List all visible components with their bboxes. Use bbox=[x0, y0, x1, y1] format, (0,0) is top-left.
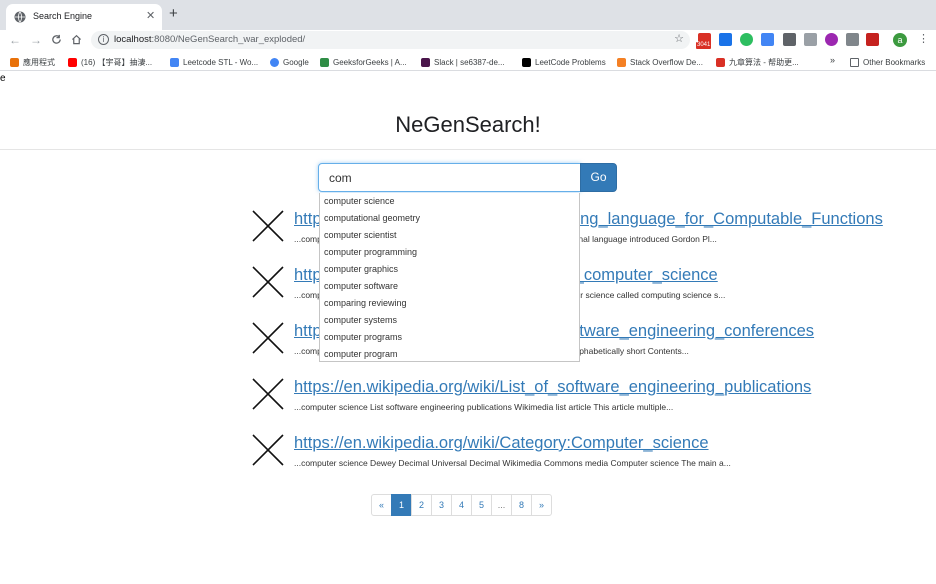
forward-icon[interactable]: → bbox=[30, 32, 42, 48]
go-button[interactable]: Go bbox=[580, 163, 617, 192]
search-input[interactable] bbox=[318, 163, 581, 192]
youtube-icon bbox=[68, 57, 77, 67]
menu-kebab-icon[interactable]: ⋮ bbox=[918, 32, 929, 45]
geeksforgeeks-icon bbox=[320, 57, 329, 67]
search-extension-icon[interactable] bbox=[825, 33, 838, 46]
screenshot-extension-icon[interactable] bbox=[846, 33, 859, 46]
close-x-icon[interactable] bbox=[252, 266, 284, 298]
autocomplete-item[interactable]: computer science bbox=[324, 196, 395, 206]
tab-title: Search Engine bbox=[33, 11, 93, 21]
pagination-page[interactable]: 4 bbox=[451, 494, 472, 516]
bookmark-leetcode-problems[interactable]: LeetCode Problems bbox=[522, 56, 606, 68]
evernote-extension-icon[interactable] bbox=[740, 33, 753, 46]
pagination-page[interactable]: 3 bbox=[431, 494, 452, 516]
stack-overflow-icon bbox=[617, 57, 626, 67]
address-bar[interactable]: i localhost:8080/NeGenSearch_war_explode… bbox=[91, 31, 690, 49]
pagination-prev[interactable]: « bbox=[371, 494, 392, 516]
apps-grid-icon bbox=[10, 57, 19, 67]
pagination: «1 2 3 4 5... 8» bbox=[371, 494, 552, 516]
pagination-next[interactable]: » bbox=[531, 494, 552, 516]
calendar-extension-icon[interactable] bbox=[719, 33, 732, 46]
close-x-icon[interactable] bbox=[252, 378, 284, 410]
result-snippet: ...computer science Dewey Decimal Univer… bbox=[294, 458, 731, 468]
result-snippet: ...computer science List software engine… bbox=[294, 402, 674, 412]
bookmark-star-icon[interactable]: ☆ bbox=[674, 32, 684, 45]
bookmark-geeksforgeeks[interactable]: GeeksforGeeks | A... bbox=[320, 56, 407, 68]
result-link[interactable]: https://en.wikipedia.org/wiki/List_of_so… bbox=[294, 378, 811, 397]
extension-badge: 3041 bbox=[696, 42, 712, 49]
back-icon[interactable]: ← bbox=[9, 32, 21, 48]
slack-icon bbox=[421, 57, 430, 67]
bookmark-stack-overflow[interactable]: Stack Overflow De... bbox=[617, 56, 703, 68]
autocomplete-item[interactable]: computer systems bbox=[324, 315, 397, 325]
bookmarks-overflow-icon[interactable]: » bbox=[830, 55, 835, 65]
bookmark-jiuzhang[interactable]: 九章算法 - 帮助更... bbox=[716, 56, 799, 68]
pagination-page[interactable]: 8 bbox=[511, 494, 532, 516]
stack-icon bbox=[170, 57, 179, 67]
bookmark-leetcode-stl[interactable]: Leetcode STL - Wo... bbox=[170, 56, 258, 68]
autocomplete-item[interactable]: computer scientist bbox=[324, 230, 397, 240]
reload-icon[interactable] bbox=[51, 34, 62, 45]
result-item: https://en.wikipedia.org/wiki/List_of_so… bbox=[252, 378, 892, 426]
tab-bar: Search Engine ✕ + bbox=[0, 0, 936, 30]
autocomplete-item[interactable]: computer program bbox=[324, 349, 398, 359]
globe-icon bbox=[14, 11, 26, 23]
video-extension-icon[interactable] bbox=[866, 33, 879, 46]
close-x-icon[interactable] bbox=[252, 210, 284, 242]
autocomplete-item[interactable]: computer software bbox=[324, 281, 398, 291]
autocomplete-item[interactable]: computer programs bbox=[324, 332, 402, 342]
info-icon[interactable]: i bbox=[98, 34, 109, 45]
close-tab-icon[interactable]: ✕ bbox=[146, 9, 155, 22]
autocomplete-item[interactable]: computer graphics bbox=[324, 264, 398, 274]
close-x-icon[interactable] bbox=[252, 434, 284, 466]
result-link[interactable]: https://en.wikipedia.org/wiki/Category:C… bbox=[294, 434, 709, 453]
bookmark-google[interactable]: Google bbox=[270, 56, 309, 68]
bookmark-youtube[interactable]: (16) 【宇哥】抽淒... bbox=[68, 56, 152, 68]
pagination-ellipsis[interactable]: ... bbox=[491, 494, 512, 516]
mail-extension-icon[interactable] bbox=[804, 33, 817, 46]
shield-extension-icon[interactable] bbox=[783, 33, 796, 46]
bookmark-slack[interactable]: Slack | se6387-de... bbox=[421, 56, 505, 68]
result-item: https://en.wikipedia.org/wiki/Category:C… bbox=[252, 434, 892, 482]
other-bookmarks[interactable]: Other Bookmarks bbox=[850, 56, 925, 68]
browser-toolbar: ← → i localhost:8080/NeGenSearch_war_exp… bbox=[0, 30, 936, 51]
autocomplete-item[interactable]: comparing reviewing bbox=[324, 298, 407, 308]
autocomplete-item[interactable]: computational geometry bbox=[324, 213, 420, 223]
autocomplete-item[interactable]: computer programming bbox=[324, 247, 417, 257]
close-x-icon[interactable] bbox=[252, 322, 284, 354]
bookmark-apps[interactable]: 應用程式 bbox=[10, 56, 55, 68]
google-icon bbox=[270, 57, 279, 67]
jiuzhang-icon bbox=[716, 57, 725, 67]
bookmarks-bar: 應用程式 (16) 【宇哥】抽淒... Leetcode STL - Wo...… bbox=[0, 51, 936, 71]
leetcode-icon bbox=[522, 57, 531, 67]
pagination-page[interactable]: 1 bbox=[391, 494, 412, 516]
home-icon[interactable] bbox=[71, 34, 82, 45]
folder-icon bbox=[850, 57, 859, 67]
pagination-page[interactable]: 5 bbox=[471, 494, 492, 516]
divider bbox=[0, 149, 936, 150]
translate-extension-icon[interactable] bbox=[761, 33, 774, 46]
page-title: NeGenSearch! bbox=[395, 112, 541, 137]
autocomplete-dropdown: computer science computational geometry co… bbox=[319, 193, 580, 362]
profile-avatar[interactable]: a bbox=[893, 33, 907, 47]
browser-tab[interactable]: Search Engine ✕ bbox=[6, 4, 162, 30]
url-text: localhost:8080/NeGenSearch_war_exploded/ bbox=[114, 34, 306, 45]
stray-text: e bbox=[0, 73, 6, 84]
new-tab-button[interactable]: + bbox=[169, 6, 178, 22]
pagination-page[interactable]: 2 bbox=[411, 494, 432, 516]
